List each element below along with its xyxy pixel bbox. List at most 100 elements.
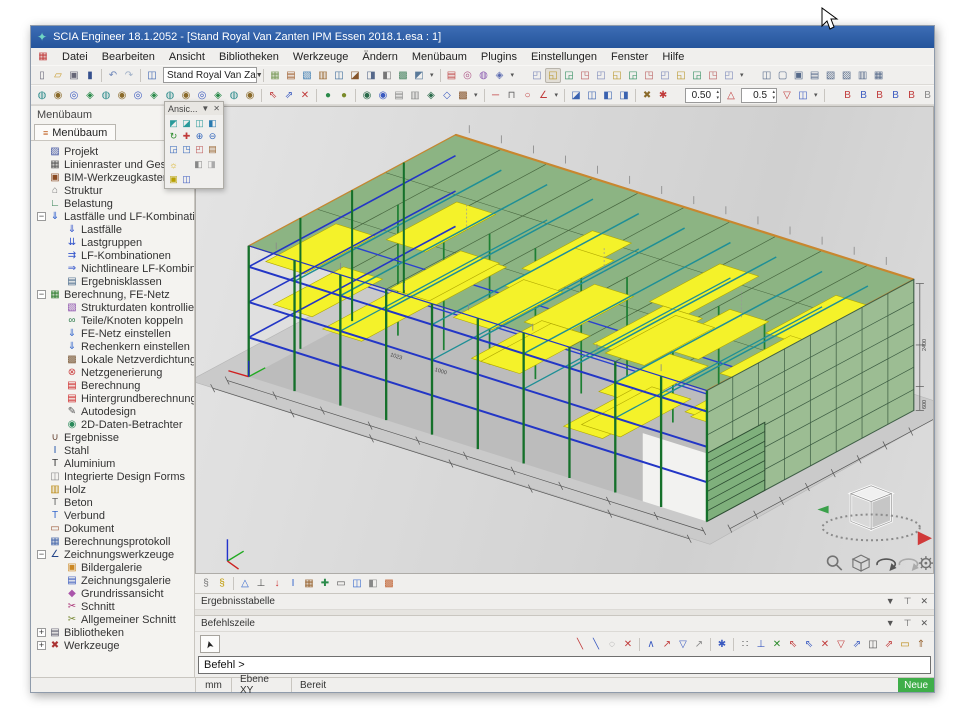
window-arrange-icon-1[interactable]: ◫	[759, 68, 775, 83]
print-view-icon[interactable]: ▤	[206, 143, 219, 156]
profile-b-icon-3[interactable]: B	[872, 88, 888, 103]
close-icon[interactable]: ✕	[213, 104, 220, 113]
rotate-view-icon[interactable]: ↻	[167, 130, 180, 143]
snap-vertex-icon[interactable]: ∧	[643, 637, 659, 652]
window-arrange-icon-8[interactable]: ▦	[871, 68, 887, 83]
clip-box-icon[interactable]: ▣	[167, 173, 180, 186]
deselect-icon[interactable]: ✕	[297, 88, 313, 103]
scale-spinner-1[interactable]: 0.50 ▴▾	[685, 88, 721, 103]
tree-item-belastung[interactable]: ∟ Belastung	[34, 197, 194, 210]
ortho-icon[interactable]: ⊥	[753, 637, 769, 652]
load-display-icon[interactable]: ↓	[269, 576, 285, 591]
copy-view-icon-3[interactable]: ◧	[600, 88, 616, 103]
tree-item-lokale-netzverdichtung[interactable]: ▩ Lokale Netzverdichtung	[34, 353, 194, 366]
menu-hilfe[interactable]: Hilfe	[655, 51, 691, 63]
chevron-down-icon[interactable]: ▼	[886, 618, 895, 629]
scale-filter-icon[interactable]: △	[723, 88, 739, 103]
select-cursor-icon[interactable]: ⇖	[265, 88, 281, 103]
snap-red-cross-icon[interactable]: ✕	[817, 637, 833, 652]
view-preset-icon-7[interactable]: ◲	[625, 68, 641, 83]
menu-datei[interactable]: Datei	[55, 51, 95, 63]
chevron-down-icon[interactable]: ▼	[886, 596, 895, 607]
lightbulb-icon[interactable]: ☼	[167, 158, 180, 171]
snap-circle-icon[interactable]: ◌	[604, 637, 620, 652]
display-filter-icon-1[interactable]: ◍	[34, 88, 50, 103]
profile-b-icon-2[interactable]: B	[856, 88, 872, 103]
preview-icon[interactable]: ◨	[363, 68, 379, 83]
document-icon[interactable]: ▥	[315, 68, 331, 83]
status-unit[interactable]: mm	[196, 678, 232, 692]
mesh-display-icon[interactable]: ▩	[381, 576, 397, 591]
angle-tool-icon[interactable]: ∠	[536, 88, 552, 103]
zoom-previous-icon[interactable]: ◰	[193, 143, 206, 156]
snap-line2-icon[interactable]: ╲	[588, 637, 604, 652]
tree-item-2d-daten-betrachter[interactable]: ◉ 2D-Daten-Betrachter	[34, 418, 194, 431]
zoom-in-icon[interactable]: ⊕	[193, 130, 206, 143]
tree-item-hintergrundberechnung[interactable]: ▤ Hintergrundberechnung	[34, 392, 194, 405]
dropdown-arrow-icon[interactable]: ▾	[737, 68, 747, 83]
cursor-snap-icon-1[interactable]: ⇖	[785, 637, 801, 652]
image-export-icon[interactable]: ▧	[299, 68, 315, 83]
tree-item-zeichnungswerkzeuge[interactable]: − ∠ Zeichnungswerkzeuge	[34, 548, 194, 561]
view-preset-icon-1[interactable]: ◰	[529, 68, 545, 83]
display-filter-icon-13[interactable]: ◍	[226, 88, 242, 103]
display-filter-icon-6[interactable]: ◉	[114, 88, 130, 103]
dropdown-arrow-icon[interactable]: ▾	[811, 88, 821, 103]
tree-item-verbund[interactable]: T Verbund	[34, 509, 194, 522]
tree-item-netzgenerierung[interactable]: ⊗ Netzgenerierung	[34, 366, 194, 379]
gallery-icon[interactable]: ▤	[283, 68, 299, 83]
tree-item-holz[interactable]: ▥ Holz	[34, 483, 194, 496]
render-view-icon[interactable]: ▦	[267, 68, 283, 83]
support-display-icon[interactable]: ⊥	[253, 576, 269, 591]
dropdown-arrow-icon[interactable]: ▾	[508, 68, 518, 83]
snap-arrow-icon-2[interactable]: ⇗	[881, 637, 897, 652]
tree-item-stahl[interactable]: I Stahl	[34, 444, 194, 457]
snap-midpoint-icon[interactable]: ▽	[675, 637, 691, 652]
snap-arrow-icon-1[interactable]: ⇗	[849, 637, 865, 652]
attachment-active-icon[interactable]: §	[214, 576, 230, 591]
pin-icon[interactable]: ⊤	[904, 618, 912, 629]
tree-item-rechenkern-einstellen[interactable]: ⇓ Rechenkern einstellen	[34, 340, 194, 353]
expander-icon[interactable]: −	[37, 212, 46, 221]
filter-members-icon[interactable]: ◈	[423, 88, 439, 103]
3d-viewport[interactable]: 1023 1000 2400 600	[196, 107, 933, 573]
view-preset-icon-3[interactable]: ◲	[561, 68, 577, 83]
tree-item-bibliotheken[interactable]: + ▤ Bibliotheken	[34, 626, 194, 639]
legend-display-icon[interactable]: ◧	[365, 576, 381, 591]
mark-icon[interactable]: ✖	[639, 88, 655, 103]
section-view-icon[interactable]: ▽	[779, 88, 795, 103]
window-arrange-icon-7[interactable]: ▥	[855, 68, 871, 83]
zoom-all-icon[interactable]: ◳	[180, 143, 193, 156]
view-preset-icon-8[interactable]: ◳	[641, 68, 657, 83]
expander-icon[interactable]: +	[37, 628, 46, 637]
cursor-snap-icon-2[interactable]: ⇖	[801, 637, 817, 652]
display-filter-icon-8[interactable]: ◈	[146, 88, 162, 103]
snap-line-icon[interactable]: ╲	[572, 637, 588, 652]
menu-fenster[interactable]: Fenster	[604, 51, 655, 63]
display-filter-icon-7[interactable]: ◎	[130, 88, 146, 103]
project-browser-icon[interactable]: ◫	[144, 68, 160, 83]
snap-star-icon[interactable]: ✱	[714, 637, 730, 652]
paste-icon[interactable]: ◪	[347, 68, 363, 83]
profile-b-icon-4[interactable]: B	[888, 88, 904, 103]
tree-item-beton[interactable]: T Beton	[34, 496, 194, 509]
wireframe-icon[interactable]: ◫	[180, 173, 193, 186]
dropdown-arrow-icon[interactable]: ▾	[471, 88, 481, 103]
display-filter-icon-3[interactable]: ◎	[66, 88, 82, 103]
copy-view-icon-2[interactable]: ◫	[584, 88, 600, 103]
view-preset-icon-9[interactable]: ◰	[657, 68, 673, 83]
render-display-icon[interactable]: ▦	[301, 576, 317, 591]
menu-bearbeiten[interactable]: Bearbeiten	[95, 51, 162, 63]
axis-display-icon[interactable]: ✚	[317, 576, 333, 591]
tree-item-strukturdaten-kontrollieren[interactable]: ▧ Strukturdaten kontrollieren	[34, 301, 194, 314]
filter-nodes-icon[interactable]: ◇	[439, 88, 455, 103]
view-xy-icon[interactable]: ◩	[167, 117, 180, 130]
chevron-down-icon[interactable]: ▼	[201, 104, 209, 113]
snap-up-icon[interactable]: ⇑	[913, 637, 929, 652]
line-tool-icon[interactable]: ─	[488, 88, 504, 103]
copy-attributes-icon[interactable]: ▤	[391, 88, 407, 103]
window-arrange-icon-2[interactable]: ▢	[775, 68, 791, 83]
snap-edge-icon[interactable]: ↗	[659, 637, 675, 652]
tree-item-teile-knoten-koppeln[interactable]: ∞ Teile/Knoten koppeln	[34, 314, 194, 327]
annotation-icon[interactable]: ◈	[492, 68, 508, 83]
